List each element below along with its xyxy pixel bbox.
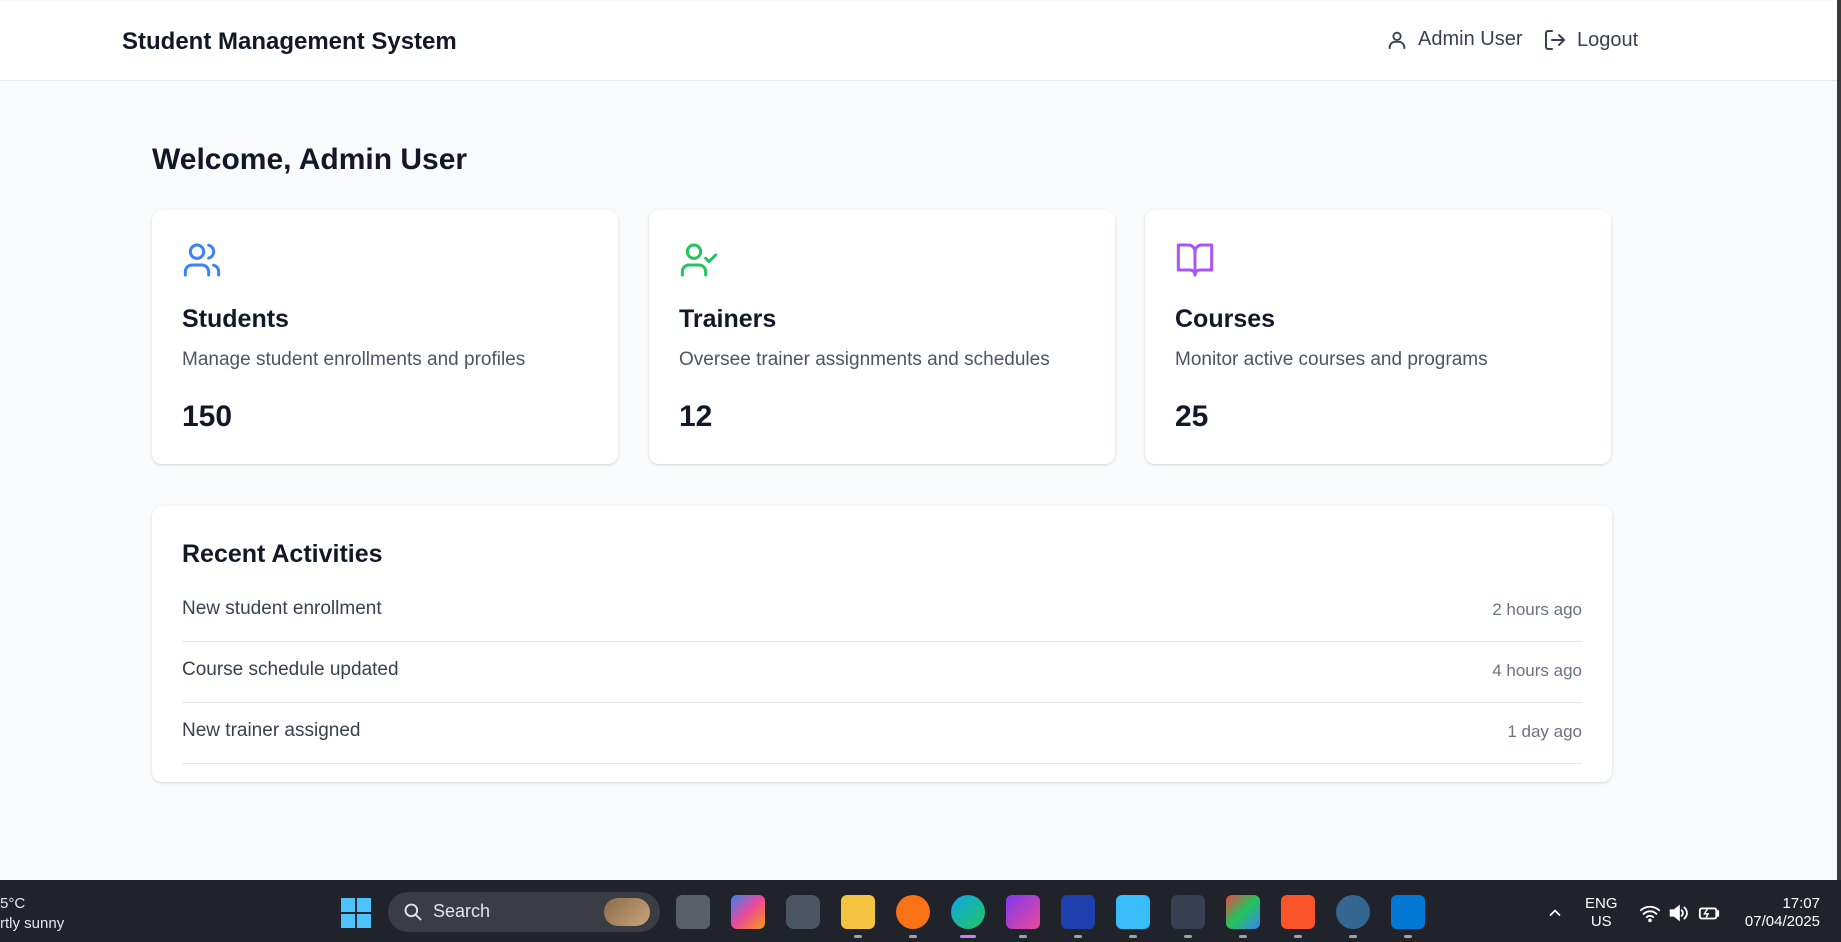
activity-time: 4 hours ago (1492, 661, 1582, 680)
section-title: Recent Activities (182, 540, 383, 568)
intellij-icon[interactable] (1006, 895, 1040, 929)
running-indicator (909, 935, 917, 938)
activity-time: 2 hours ago (1492, 600, 1582, 619)
courses-card[interactable]: Courses Monitor active courses and progr… (1145, 210, 1611, 464)
card-count: 12 (679, 400, 713, 433)
running-indicator (1184, 935, 1192, 938)
active-indicator (960, 935, 976, 938)
logout-label: Logout (1577, 28, 1639, 51)
user-check-icon (680, 243, 718, 277)
running-indicator (1294, 935, 1302, 938)
trainers-card[interactable]: Trainers Oversee trainer assignments and… (649, 210, 1115, 464)
window-edge (1837, 0, 1841, 880)
clock-time: 17:07 (1782, 895, 1820, 912)
vscode-icon[interactable] (1391, 895, 1425, 929)
activity-item: New trainer assigned 1 day ago (182, 703, 1582, 764)
activity-text: New trainer assigned (182, 720, 361, 741)
search-icon (404, 903, 422, 921)
weather-temp: 5°C (0, 895, 26, 912)
students-card[interactable]: Students Manage student enrollments and … (152, 210, 618, 464)
brave-icon[interactable] (1281, 895, 1315, 929)
region-code: US (1590, 913, 1612, 930)
card-title: Courses (1175, 305, 1276, 333)
activity-text: New student enrollment (182, 598, 382, 619)
page-title: Welcome, Admin User (152, 143, 468, 176)
card-count: 25 (1175, 400, 1209, 433)
windows-taskbar: 5°C rtly sunny Search ENG US 17:07 07/04… (0, 880, 1841, 942)
user-icon (1388, 31, 1406, 49)
user-menu[interactable]: Admin User (1386, 28, 1522, 51)
edge-icon[interactable] (951, 895, 985, 929)
browser-viewport: Student Management System Admin User Log… (0, 0, 1837, 880)
clock-date: 07/04/2025 (1744, 913, 1820, 930)
weather-widget[interactable]: 5°C rtly sunny (0, 894, 64, 934)
running-indicator (854, 935, 862, 938)
mysql-workbench-icon[interactable] (1061, 895, 1095, 929)
wifi-icon[interactable] (1639, 902, 1661, 924)
logout-icon (1545, 30, 1565, 50)
card-description: Monitor active courses and programs (1175, 349, 1488, 370)
taskbar-search[interactable]: Search (388, 892, 660, 932)
activity-item: New student enrollment 2 hours ago (182, 581, 1582, 642)
chevron-up-icon[interactable] (1545, 903, 1565, 923)
recent-activities-panel: Recent Activities New student enrollment… (152, 506, 1612, 782)
activity-text: Course schedule updated (182, 659, 399, 680)
card-count: 150 (182, 400, 233, 433)
language-indicator[interactable]: ENG US (1585, 895, 1618, 931)
user-name: Admin User (1418, 28, 1523, 50)
running-indicator (1019, 935, 1027, 938)
running-indicator (1404, 935, 1412, 938)
card-title: Students (182, 305, 289, 333)
weather-desc: rtly sunny (0, 915, 65, 932)
top-nav: Student Management System Admin User Log… (0, 1, 1837, 81)
running-indicator (1239, 935, 1247, 938)
unity-icon[interactable] (786, 895, 820, 929)
card-title: Trainers (679, 305, 777, 333)
git-icon[interactable] (1226, 895, 1260, 929)
file-explorer-icon[interactable] (841, 895, 875, 929)
postgresql-icon[interactable] (1336, 895, 1370, 929)
activity-time: 1 day ago (1507, 722, 1582, 741)
postman-icon[interactable] (896, 895, 930, 929)
search-illustration-icon (604, 898, 650, 926)
activity-item: Course schedule updated 4 hours ago (182, 642, 1582, 703)
users-icon (183, 243, 221, 277)
card-description: Manage student enrollments and profiles (182, 349, 526, 370)
windows-start-icon[interactable] (340, 897, 372, 929)
running-indicator (1074, 935, 1082, 938)
logout-button[interactable]: Logout (1543, 28, 1638, 52)
clock[interactable]: 17:07 07/04/2025 (1735, 895, 1820, 931)
volume-icon[interactable] (1667, 902, 1689, 924)
running-indicator (1129, 935, 1137, 938)
running-indicator (1349, 935, 1357, 938)
app-title: Student Management System (122, 28, 457, 55)
terminal-icon[interactable] (1171, 895, 1205, 929)
search-label: Search (433, 901, 491, 921)
lang-code: ENG (1585, 895, 1618, 912)
battery-icon[interactable] (1697, 902, 1721, 924)
card-description: Oversee trainer assignments and schedule… (679, 349, 1050, 370)
notepad-icon[interactable] (1116, 895, 1150, 929)
task-view-icon[interactable] (676, 895, 710, 929)
copilot-icon[interactable] (731, 895, 765, 929)
book-open-icon (1176, 243, 1214, 277)
